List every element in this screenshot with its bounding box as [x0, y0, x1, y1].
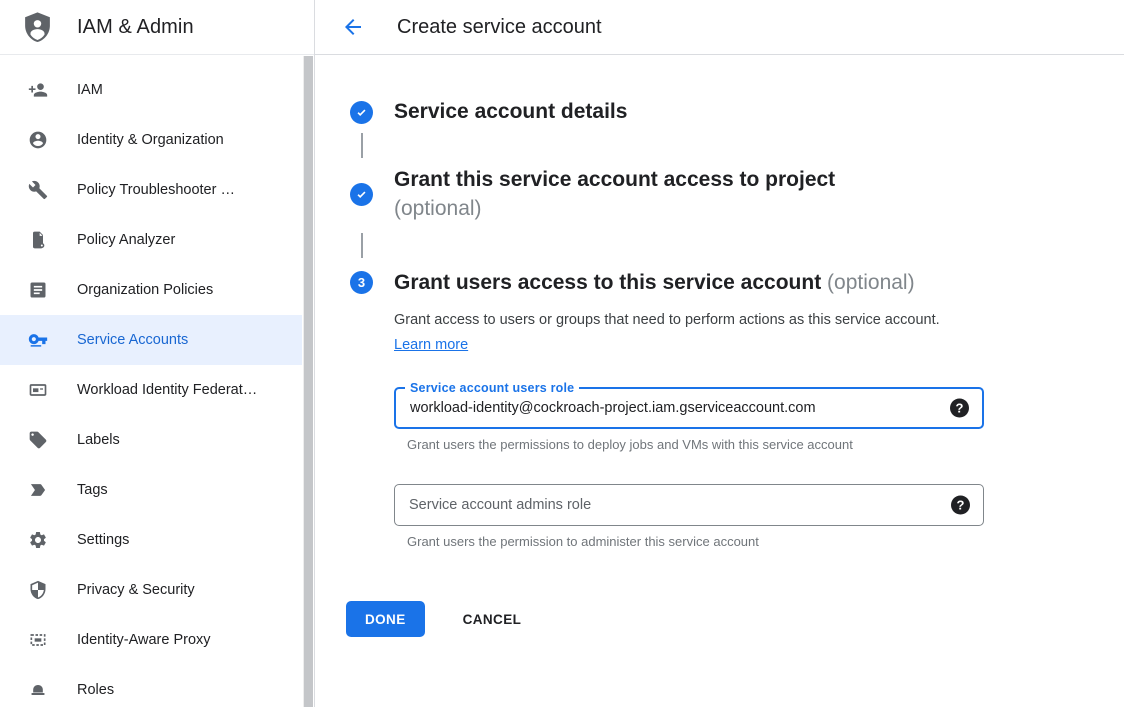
label-arrow-icon — [28, 480, 48, 500]
step3-optional-label: (optional) — [827, 271, 915, 294]
step3-number: 3 — [358, 275, 365, 290]
half-shield-icon — [28, 580, 48, 600]
sidebar: IAM & Admin IAM Identity & Organization … — [0, 0, 315, 707]
arrow-back-icon — [341, 27, 365, 42]
step-service-account-details: Service account details — [350, 98, 1124, 126]
learn-more-link[interactable]: Learn more — [394, 337, 468, 353]
create-service-account-form: Service account details Grant this servi… — [315, 55, 1124, 637]
wrench-icon — [28, 180, 48, 200]
step3-title: Grant users access to this service accou… — [394, 268, 984, 298]
person-add-icon — [28, 80, 48, 100]
page-header: Create service account — [315, 0, 1124, 55]
app-window: IAM & Admin IAM Identity & Organization … — [0, 0, 1124, 707]
sidebar-item-roles[interactable]: Roles — [0, 665, 302, 715]
users-role-field-group: Service account users role ? Grant users… — [394, 387, 984, 452]
sidebar-header: IAM & Admin — [0, 0, 314, 55]
sidebar-item-service-accounts[interactable]: Service Accounts — [0, 315, 302, 365]
step3-title-text: Grant users access to this service accou… — [394, 271, 821, 294]
hat-icon — [28, 680, 48, 700]
sidebar-item-label: Identity-Aware Proxy — [77, 632, 211, 648]
step2-completed-check-icon — [350, 183, 373, 206]
step-connector — [361, 233, 363, 258]
main-panel: Create service account Service account d… — [315, 0, 1124, 707]
sidebar-item-label: Settings — [77, 532, 129, 548]
sidebar-item-label: Tags — [77, 482, 108, 498]
sidebar-item-label: Organization Policies — [77, 282, 213, 298]
admins-role-field-group: ? Grant users the permission to administ… — [394, 484, 984, 549]
document-gear-icon — [28, 230, 48, 250]
product-title: IAM & Admin — [77, 16, 194, 39]
sidebar-item-label: Policy Analyzer — [77, 232, 175, 248]
step3-description: Grant access to users or groups that nee… — [394, 308, 959, 358]
sidebar-item-label: Policy Troubleshooter … — [77, 182, 235, 198]
step2-optional-label: (optional) — [394, 194, 835, 223]
sidebar-item-label: IAM — [77, 82, 103, 98]
help-icon[interactable]: ? — [951, 496, 970, 515]
sidebar-item-tags[interactable]: Tags — [0, 465, 302, 515]
iam-shield-icon — [21, 11, 54, 44]
page-title: Create service account — [397, 16, 602, 39]
gear-icon — [28, 530, 48, 550]
users-role-helper-text: Grant users the permissions to deploy jo… — [407, 437, 984, 452]
tag-icon — [28, 430, 48, 450]
admins-role-field: ? — [394, 484, 984, 526]
step1-completed-check-icon — [350, 101, 373, 124]
sidebar-item-policy-troubleshooter[interactable]: Policy Troubleshooter … — [0, 165, 302, 215]
sidebar-nav: IAM Identity & Organization Policy Troub… — [0, 55, 314, 715]
sidebar-item-organization-policies[interactable]: Organization Policies — [0, 265, 302, 315]
step2-title: Grant this service account access to pro… — [394, 165, 835, 194]
step-grant-users-access: 3 Grant users access to this service acc… — [350, 268, 1124, 637]
sidebar-item-label: Workload Identity Federat… — [77, 382, 257, 398]
admins-role-input[interactable] — [409, 497, 939, 513]
account-circle-icon — [28, 130, 48, 150]
step1-title: Service account details — [394, 98, 627, 126]
users-role-input[interactable] — [410, 400, 938, 416]
form-actions: DONE CANCEL — [346, 601, 984, 637]
sidebar-item-label: Identity & Organization — [77, 132, 224, 148]
help-icon[interactable]: ? — [950, 399, 969, 418]
cancel-button[interactable]: CANCEL — [455, 612, 530, 627]
sidebar-item-workload-identity-federation[interactable]: Workload Identity Federat… — [0, 365, 302, 415]
sidebar-scrollbar[interactable] — [303, 56, 313, 707]
admins-role-helper-text: Grant users the permission to administer… — [407, 534, 984, 549]
sidebar-item-label: Roles — [77, 682, 114, 698]
sidebar-item-identity-aware-proxy[interactable]: Identity-Aware Proxy — [0, 615, 302, 665]
sidebar-item-policy-analyzer[interactable]: Policy Analyzer — [0, 215, 302, 265]
back-button[interactable] — [341, 15, 365, 39]
step3-description-text: Grant access to users or groups that nee… — [394, 312, 940, 328]
sidebar-item-label: Labels — [77, 432, 120, 448]
sidebar-item-labels[interactable]: Labels — [0, 415, 302, 465]
sidebar-item-label: Service Accounts — [77, 332, 188, 348]
users-role-field-label: Service account users role — [405, 381, 579, 396]
step-connector — [361, 133, 363, 158]
step3-number-badge: 3 — [350, 271, 373, 294]
key-icon — [28, 330, 48, 350]
sidebar-item-settings[interactable]: Settings — [0, 515, 302, 565]
step-grant-access-to-project: Grant this service account access to pro… — [350, 165, 1124, 223]
done-button[interactable]: DONE — [346, 601, 425, 637]
id-card-icon — [28, 380, 48, 400]
proxy-icon — [28, 630, 48, 650]
sidebar-item-privacy-security[interactable]: Privacy & Security — [0, 565, 302, 615]
article-icon — [28, 280, 48, 300]
sidebar-item-label: Privacy & Security — [77, 582, 195, 598]
sidebar-item-iam[interactable]: IAM — [0, 65, 302, 115]
users-role-field: Service account users role ? — [394, 387, 984, 429]
sidebar-item-identity-organization[interactable]: Identity & Organization — [0, 115, 302, 165]
